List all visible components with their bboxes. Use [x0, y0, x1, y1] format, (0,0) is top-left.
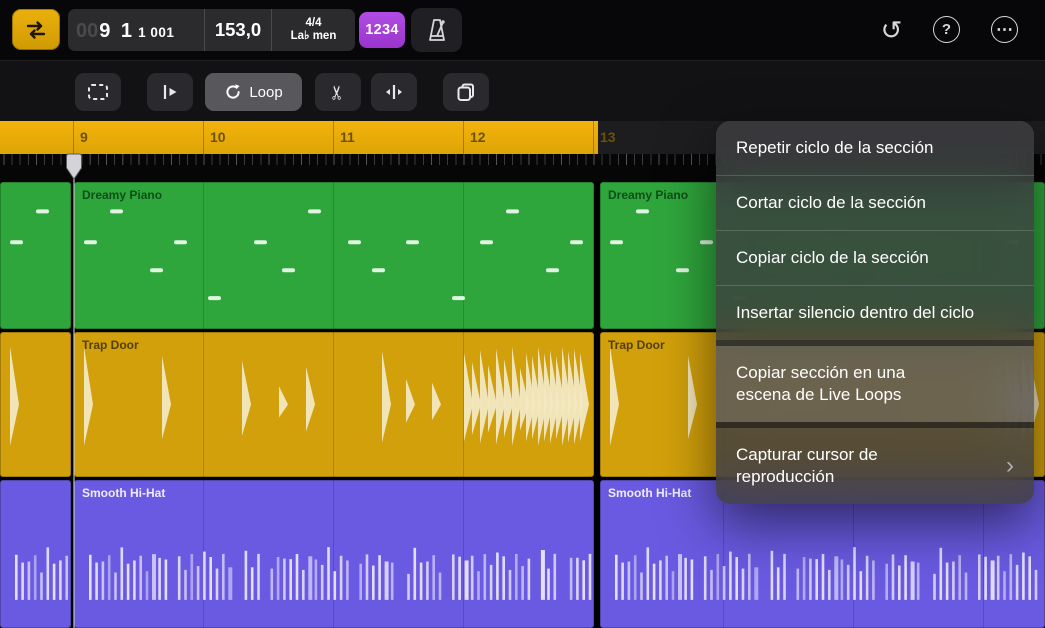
time-signature-value: 4/4: [306, 17, 322, 31]
marquee-icon: [87, 83, 109, 101]
tempo-value: 153,0: [215, 19, 261, 41]
garageband-app: Dreamy Piano Dreamy Piano Trap Door Trap Do…: [0, 0, 1045, 628]
lcd-position-sub: 1 001: [138, 25, 174, 40]
menu-item-label: Repetir ciclo de la sección: [736, 137, 933, 159]
hats-pattern: [0, 480, 71, 628]
bar-line: [73, 121, 74, 154]
ruler-bar-number: 10: [210, 129, 226, 145]
count-in-label: 1234: [365, 22, 398, 38]
key-value: La♭ men: [291, 30, 337, 44]
trim-icon: [384, 83, 404, 101]
hats-pattern: [74, 480, 594, 628]
region-label: Smooth Hi-Hat: [82, 486, 165, 500]
menu-item[interactable]: Copiar ciclo de la sección: [716, 230, 1034, 285]
split-scissors-button[interactable]: ✂: [315, 73, 361, 111]
menu-item-label: Copiar sección en una escena de Live Loo…: [736, 362, 951, 406]
bar-line: [593, 121, 594, 154]
ruler-bar-number: 11: [340, 129, 355, 145]
lcd-position-main: 9 1: [99, 20, 132, 43]
menu-item-label: Cortar ciclo de la sección: [736, 192, 926, 214]
loop-tool-label: Loop: [249, 84, 282, 101]
midi-pattern: [0, 182, 71, 329]
scissors-icon: ✂: [326, 84, 349, 100]
more-button[interactable]: ⋯: [991, 16, 1018, 43]
metronome-icon: [426, 17, 448, 43]
region-label: Trap Door: [608, 338, 665, 352]
lcd-ghost-digits: 00: [76, 20, 98, 43]
menu-item-label: Insertar silencio dentro del ciclo: [736, 302, 974, 324]
bar-line: [463, 121, 464, 154]
count-in-button[interactable]: 1234: [359, 12, 405, 48]
ruler-bar-number: 12: [470, 129, 486, 145]
bar-line: [203, 121, 204, 154]
ellipsis-circle-icon: ⋯: [996, 20, 1013, 40]
menu-item[interactable]: Capturar cursor de reproducción ›: [716, 422, 1034, 504]
lcd-display[interactable]: 00 9 1 1 001 153,0 4/4 La♭ men: [68, 9, 355, 51]
region-smooth-hi-hat[interactable]: Smooth Hi-Hat: [74, 480, 594, 628]
chevron-right-icon: ›: [1006, 455, 1014, 477]
region-label: Trap Door: [82, 338, 139, 352]
region-dreamy-piano[interactable]: Dreamy Piano: [74, 182, 594, 329]
ruler-bar-number: 13: [600, 129, 616, 145]
loop-icon: [224, 83, 242, 101]
waveform-pattern: [0, 332, 71, 477]
transport-bar: 00 9 1 1 001 153,0 4/4 La♭ men 1234 ↺: [0, 0, 1045, 60]
lcd-tempo[interactable]: 153,0: [204, 9, 271, 51]
ruler-bar-number: 9: [80, 129, 88, 145]
playhead-line: [73, 154, 75, 628]
midi-pattern: [74, 182, 594, 329]
region-dreamy-piano[interactable]: [0, 182, 71, 329]
waveform-pattern: [74, 332, 594, 477]
copy-icon: [456, 82, 476, 102]
playhead-tool-icon: [160, 83, 180, 101]
help-icon: ?: [942, 21, 951, 38]
lcd-position[interactable]: 00 9 1 1 001: [68, 9, 204, 51]
menu-item[interactable]: Insertar silencio dentro del ciclo: [716, 285, 1034, 340]
region-trap-door[interactable]: Trap Door: [74, 332, 594, 477]
help-button[interactable]: ?: [933, 16, 960, 43]
menu-item[interactable]: Cortar ciclo de la sección: [716, 175, 1034, 230]
playhead-tool-button[interactable]: [147, 73, 193, 111]
bar-line: [333, 121, 334, 154]
lcd-key-signature[interactable]: 4/4 La♭ men: [271, 9, 355, 51]
menu-item[interactable]: Copiar sección en una escena de Live Loo…: [716, 340, 1034, 422]
cycle-range[interactable]: [0, 121, 598, 154]
undo-button[interactable]: ↺: [878, 16, 905, 43]
region-label: Dreamy Piano: [608, 188, 688, 202]
menu-item[interactable]: Repetir ciclo de la sección: [716, 121, 1034, 175]
region-label: Dreamy Piano: [82, 188, 162, 202]
region-smooth-hi-hat[interactable]: [0, 480, 71, 628]
trim-tool-button[interactable]: [371, 73, 417, 111]
metronome-button[interactable]: [411, 8, 462, 52]
cycle-loop-icon: [23, 20, 49, 40]
copy-button[interactable]: [443, 73, 489, 111]
menu-item-label: Capturar cursor de reproducción: [736, 444, 951, 488]
context-menu: Repetir ciclo de la sección Cortar ciclo …: [716, 121, 1034, 504]
undo-icon: ↺: [881, 17, 903, 43]
region-label: Smooth Hi-Hat: [608, 486, 691, 500]
menu-item-label: Copiar ciclo de la sección: [736, 247, 929, 269]
loop-tool-button[interactable]: Loop: [205, 73, 302, 111]
cycle-button[interactable]: [12, 9, 60, 50]
edit-toolbar: Loop ✂ Ajuste Corchea: [0, 60, 1045, 122]
region-trap-door[interactable]: [0, 332, 71, 477]
playhead-handle[interactable]: [66, 153, 82, 185]
marquee-tool-button[interactable]: [75, 73, 121, 111]
